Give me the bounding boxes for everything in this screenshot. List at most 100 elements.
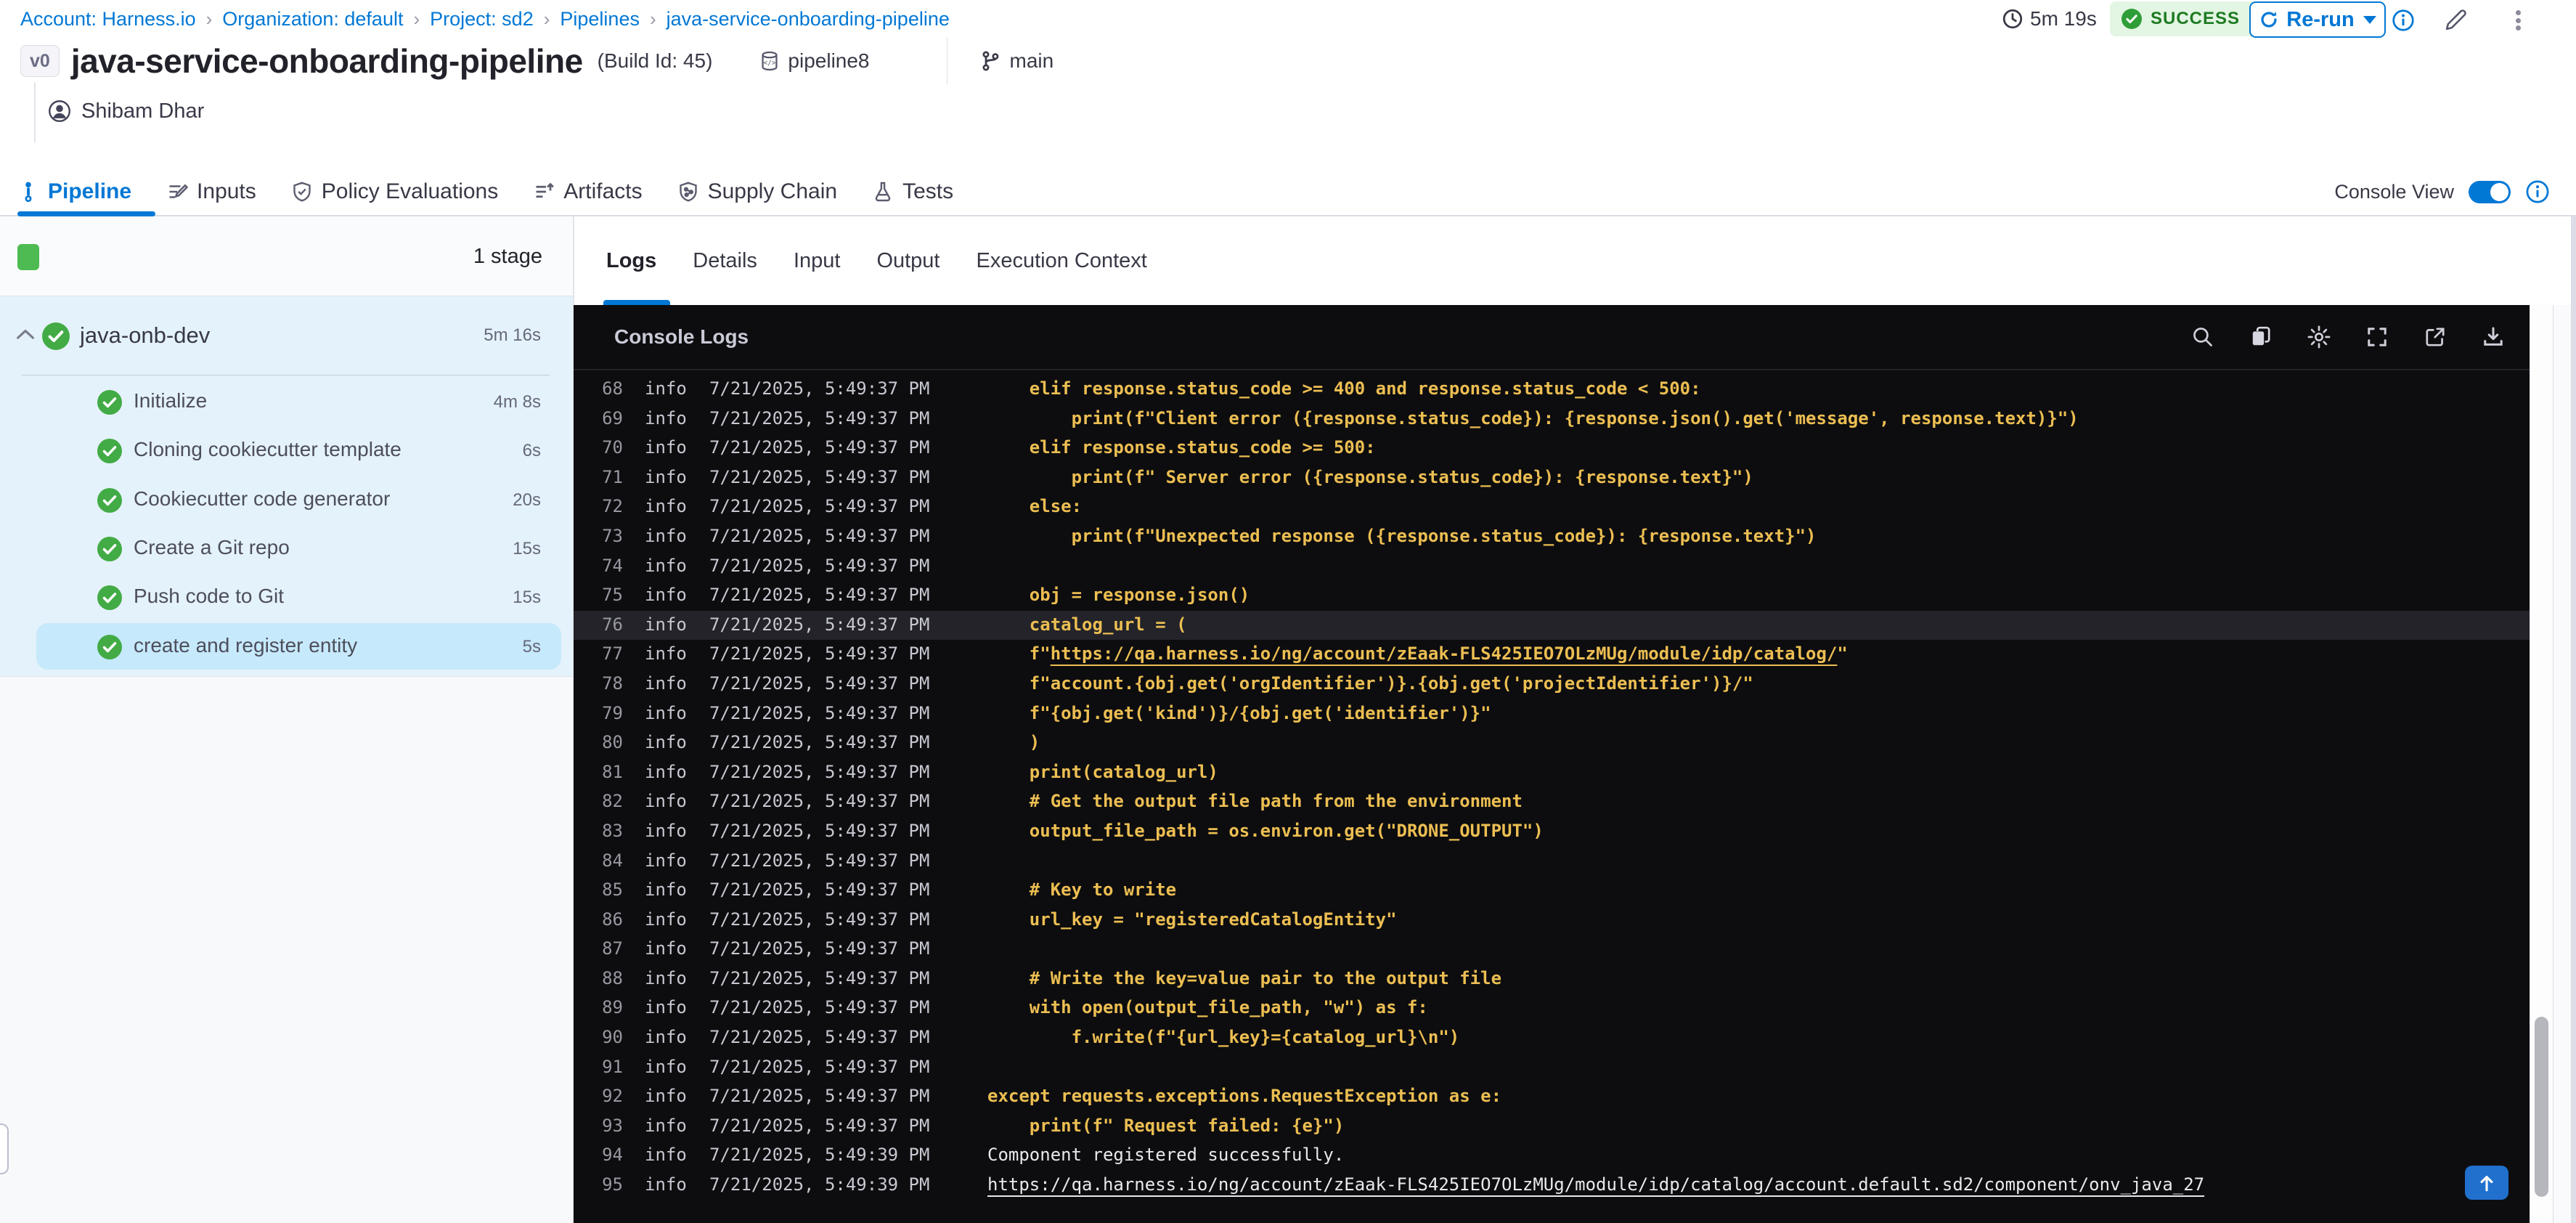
success-check-icon <box>97 585 122 611</box>
log-level: info <box>645 407 687 428</box>
log-level: info <box>645 761 687 782</box>
copy-icon[interactable] <box>2248 324 2274 350</box>
log-line: 74 info 7/21/2025, 5:49:37 PM <box>574 552 2530 582</box>
log-link[interactable]: https://qa.harness.io/ng/account/zEaak-F… <box>987 1174 2204 1195</box>
log-level: info <box>645 702 687 723</box>
console-view-toggle[interactable] <box>2469 180 2511 203</box>
log-timestamp: 7/21/2025, 5:49:37 PM <box>709 673 930 694</box>
tab-output[interactable]: Output <box>876 249 939 273</box>
tab-input[interactable]: Input <box>794 249 841 273</box>
stage-duration: 5m 16s <box>484 325 541 345</box>
step-item-cloning-cookiecutter-template[interactable]: Cloning cookiecutter template 6s <box>0 427 573 474</box>
kebab-menu-icon[interactable] <box>2503 6 2532 35</box>
fullscreen-icon[interactable] <box>2364 324 2390 350</box>
log-timestamp: 7/21/2025, 5:49:37 PM <box>709 378 930 399</box>
branch-chip[interactable]: main <box>979 49 1053 73</box>
tab-label: Inputs <box>197 179 256 203</box>
tab-details[interactable]: Details <box>693 249 757 273</box>
log-line: 87 info 7/21/2025, 5:49:37 PM <box>574 935 2530 964</box>
step-label: Initialize <box>134 389 208 412</box>
log-timestamp: 7/21/2025, 5:49:37 PM <box>709 643 930 665</box>
step-item-initialize[interactable]: Initialize 4m 8s <box>0 378 573 425</box>
page-title: java-service-onboarding-pipeline <box>70 42 583 80</box>
log-text: except requests.exceptions.RequestExcept… <box>987 1086 1502 1107</box>
tab-label: Policy Evaluations <box>321 179 499 203</box>
rerun-button[interactable]: Re-run <box>2249 1 2386 38</box>
info-icon[interactable] <box>2525 179 2550 204</box>
log-line: 94 info 7/21/2025, 5:49:39 PM Component reg… <box>574 1141 2530 1171</box>
log-text: Component registered successfully. <box>987 1145 1345 1166</box>
step-item-push-code-to-git[interactable]: Push code to Git 15s <box>0 574 573 620</box>
tab-artifacts[interactable]: Artifacts <box>533 179 643 204</box>
step-label: Create a Git repo <box>134 535 290 558</box>
scroll-to-top-button[interactable] <box>2465 1166 2508 1200</box>
console-toolbar <box>2190 305 2506 369</box>
breadcrumb-item[interactable]: Account: Harness.io <box>20 8 196 31</box>
log-timestamp: 7/21/2025, 5:49:37 PM <box>709 1056 930 1077</box>
log-line: 77 info 7/21/2025, 5:49:37 PM f"https://qa… <box>574 640 2530 670</box>
search-icon[interactable] <box>2190 324 2216 350</box>
open-in-new-icon[interactable] <box>2422 324 2448 350</box>
log-level: info <box>645 879 687 901</box>
log-timestamp: 7/21/2025, 5:49:37 PM <box>709 702 930 723</box>
log-line: 69 info 7/21/2025, 5:49:37 PM print(f"Clie… <box>574 405 2530 434</box>
tab-logs[interactable]: Logs <box>606 249 656 273</box>
tab-pipeline[interactable]: Pipeline <box>17 179 131 204</box>
log-timestamp: 7/21/2025, 5:49:37 PM <box>709 909 930 930</box>
console-view-control: Console View <box>2334 168 2550 215</box>
log-text: f"https://qa.harness.io/ng/account/zEaak… <box>987 643 1848 664</box>
breadcrumb-item[interactable]: Pipelines <box>560 8 640 31</box>
log-scrollbar-track[interactable] <box>2530 305 2553 1223</box>
download-icon[interactable] <box>2480 324 2506 350</box>
log-timestamp: 7/21/2025, 5:49:37 PM <box>709 407 930 428</box>
breadcrumb-separator: › <box>413 7 420 30</box>
log-timestamp: 7/21/2025, 5:49:39 PM <box>709 1145 930 1166</box>
step-label: Cookiecutter code generator <box>134 487 391 510</box>
log-line: 79 info 7/21/2025, 5:49:37 PM f"{obj.get('… <box>574 699 2530 729</box>
log-line: 85 info 7/21/2025, 5:49:37 PM # Key to wri… <box>574 876 2530 906</box>
success-check-icon <box>97 390 122 415</box>
step-item-create-and-register-entity[interactable]: create and register entity 5s <box>36 622 561 670</box>
log-link[interactable]: https://qa.harness.io/ng/account/zEaak-F… <box>1051 643 1838 664</box>
breadcrumb-item[interactable]: Project: sd2 <box>430 8 534 31</box>
log-line-number: 71 <box>602 466 623 487</box>
log-timestamp: 7/21/2025, 5:49:37 PM <box>709 791 930 812</box>
breadcrumb-item[interactable]: Organization: default <box>222 8 403 31</box>
log-text: print(f" Server error ({response.status_… <box>987 466 1753 487</box>
log-text: else: <box>987 496 1083 517</box>
tab-policy-evaluations[interactable]: Policy Evaluations <box>291 179 498 204</box>
log-timestamp: 7/21/2025, 5:49:37 PM <box>709 761 930 782</box>
step-duration: 4m 8s <box>493 392 541 412</box>
browser-scrollbar[interactable] <box>2571 216 2576 1223</box>
info-icon[interactable] <box>2389 6 2418 35</box>
breadcrumb-item[interactable]: java-service-onboarding-pipeline <box>667 8 950 31</box>
log-timestamp: 7/21/2025, 5:49:37 PM <box>709 525 930 546</box>
log-timestamp: 7/21/2025, 5:49:37 PM <box>709 614 930 635</box>
log-line: 90 info 7/21/2025, 5:49:37 PM f.write(f"{u… <box>574 1023 2530 1053</box>
tab-execution-context[interactable]: Execution Context <box>977 249 1147 273</box>
refresh-icon <box>2259 9 2279 30</box>
log-scrollbar-thumb[interactable] <box>2535 1017 2548 1197</box>
edit-pencil-icon[interactable] <box>2441 6 2470 35</box>
stage-row[interactable]: java-onb-dev 5m 16s <box>0 309 573 363</box>
chevron-up-icon[interactable] <box>16 328 35 340</box>
log-text: obj = response.json() <box>987 585 1250 606</box>
tab-tests[interactable]: Tests <box>872 179 953 204</box>
log-text: elif response.status_code >= 400 and res… <box>987 378 1701 399</box>
step-item-create-a-git-repo[interactable]: Create a Git repo 15s <box>0 525 573 572</box>
step-details-panel: Logs Details Input Output Execution Cont… <box>574 216 2576 1223</box>
settings-gear-icon[interactable] <box>2306 324 2332 350</box>
panel-resize-handle[interactable] <box>0 1124 9 1174</box>
step-item-cookiecutter-code-generator[interactable]: Cookiecutter code generator 20s <box>0 476 573 523</box>
log-line: 83 info 7/21/2025, 5:49:37 PM output_file_… <box>574 817 2530 847</box>
tab-supply-chain[interactable]: Supply Chain <box>677 179 837 204</box>
execution-tabs: Pipeline Inputs Policy Evaluations Artif… <box>17 168 953 215</box>
tab-inputs[interactable]: Inputs <box>166 179 256 204</box>
breadcrumb: Account: Harness.io › Organization: defaul… <box>20 4 950 33</box>
log-level: info <box>645 909 687 930</box>
log-line-number: 75 <box>602 585 623 606</box>
log-text: catalog_url = ( <box>987 614 1187 635</box>
pipeline-ref-chip[interactable]: </> pipeline8 <box>759 49 870 73</box>
log-text: with open(output_file_path, "w") as f: <box>987 997 1428 1018</box>
log-line-number: 78 <box>602 673 623 694</box>
